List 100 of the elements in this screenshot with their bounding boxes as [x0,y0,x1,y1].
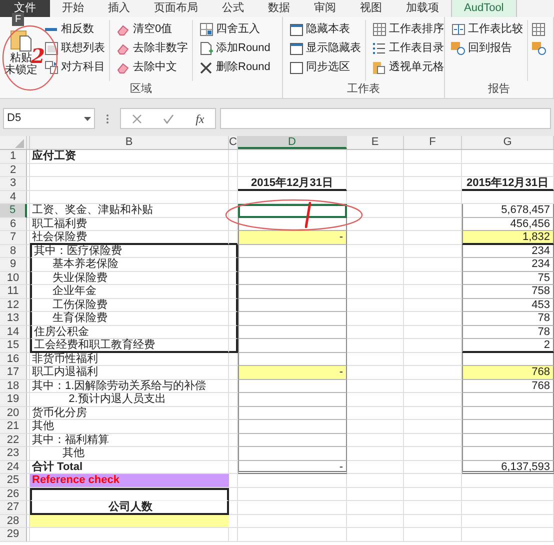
column-header[interactable]: F [404,136,462,149]
ribbon-command[interactable]: 清空0值 [116,20,188,39]
compare-icon [452,24,464,35]
ribbon-tab[interactable]: 页面布局 [142,0,210,17]
row-header[interactable]: 29 [0,528,27,542]
ribbon-tab[interactable]: 数据 [256,0,302,17]
row-header[interactable]: 17 [0,366,27,380]
table-cell [229,177,238,190]
column-header[interactable]: B [30,136,229,149]
table-cell: 其中：1.因解除劳动关系给与的补偿 [30,380,229,393]
ribbon-tab[interactable]: 审阅 [302,0,348,17]
table-cell [229,474,238,488]
ribbon-command[interactable]: 删除Round [199,58,270,77]
table-cell [347,366,404,380]
table-cell [229,244,238,258]
table-cell [404,514,462,528]
ribbon-command[interactable]: 四舍五入 [199,20,270,39]
row-header[interactable]: 25 [0,474,27,488]
ribbon-command[interactable]: 相反数 [44,20,105,39]
row-header[interactable]: 15 [0,339,27,352]
ribbon-command[interactable]: 去除中文 [116,58,188,77]
table-cell [404,164,462,177]
row-header[interactable]: 28 [0,514,27,528]
table-cell [347,177,404,190]
row-header[interactable]: 10 [0,272,27,285]
report-clock-icon [532,42,546,55]
row-header[interactable]: 22 [0,434,27,447]
table-cell [404,272,462,285]
column-header[interactable]: E [347,136,404,149]
table-cell [404,218,462,231]
ribbon-command[interactable]: 工作表目录 [372,39,444,58]
table-cell [347,380,404,393]
row-header[interactable]: 7 [0,231,27,244]
table-cell: 5,678,457 [462,204,554,218]
row-header[interactable]: 12 [0,298,27,312]
ribbon-tab[interactable]: 公式 [210,0,256,17]
table-cell [404,326,462,339]
ribbon-command[interactable]: 隐藏本表 [289,20,361,39]
row-header[interactable]: 20 [0,406,27,420]
table-cell: 社会保险费 [30,231,229,244]
column-header[interactable]: D [238,136,347,149]
row-header[interactable]: 24 [0,460,27,474]
table-cell [229,393,238,406]
row-header[interactable]: 23 [0,447,27,460]
row-header[interactable]: 13 [0,312,27,326]
ribbon-tab[interactable]: 插入 [96,0,142,17]
table-cell [347,258,404,272]
ribbon-command[interactable]: 添加Round [199,39,270,58]
square-icon [290,62,302,74]
paste-icon [9,28,33,52]
formula-input[interactable] [220,108,551,129]
enter-button[interactable] [163,114,174,124]
row-header[interactable]: 27 [0,501,27,514]
table-cell [404,298,462,312]
ribbon-command[interactable]: 工作表比较 [451,20,523,39]
ribbon-command[interactable]: 联想列表 [44,39,105,58]
minus-icon [45,28,57,31]
table-cell: 758 [462,285,554,298]
name-box[interactable]: D5 [3,108,95,129]
ribbon-command[interactable]: 去除非数字 [116,39,188,58]
row-header[interactable]: 5 [0,204,27,218]
ribbon-tab[interactable]: 视图 [348,0,394,17]
ribbon-command[interactable]: 透视单元格 [372,58,444,77]
insert-function-button[interactable]: fx [196,110,204,128]
row-header[interactable]: 8 [0,244,27,258]
row-header[interactable]: 14 [0,326,27,339]
ribbon-tab[interactable]: 加载项 [394,0,451,17]
row-header[interactable]: 1 [0,150,27,164]
row-header[interactable]: 3 [0,177,27,190]
table-cell [229,312,238,326]
grid-icon [372,23,386,36]
ribbon-command[interactable]: 回到报告 [451,39,523,58]
table-cell: 453 [462,298,554,312]
ribbon-tab[interactable]: 开始 [50,0,96,17]
table-cell [229,501,238,514]
row-header[interactable]: 2 [0,164,27,177]
ribbon-tab[interactable]: AudTool [451,0,517,17]
row-header[interactable]: 4 [0,190,27,204]
ribbon-command[interactable]: 工作表排序 [372,20,444,39]
ribbon-command[interactable]: 对方科目 [44,58,105,77]
report-clock-icon [451,42,465,55]
ribbon-command[interactable]: 同步选区 [289,58,361,77]
row-header[interactable]: 26 [0,488,27,501]
row-header[interactable]: 9 [0,258,27,272]
cancel-button[interactable] [132,114,142,124]
row-header[interactable]: 11 [0,285,27,298]
table-cell [347,312,404,326]
eraser-icon [117,62,129,74]
active-cell[interactable] [238,204,347,218]
table-cell [404,501,462,514]
table-cell [229,218,238,231]
table-cell [229,528,238,542]
table-cell: 工伤保险费 [30,298,229,312]
ribbon-command[interactable]: 显示隐藏表 [289,39,361,58]
row-header[interactable]: 21 [0,420,27,434]
column-header[interactable]: G [462,136,554,149]
row-header[interactable]: 6 [0,218,27,231]
row-header[interactable]: 18 [0,380,27,393]
row-header[interactable]: 19 [0,393,27,406]
row-header[interactable]: 16 [0,352,27,366]
